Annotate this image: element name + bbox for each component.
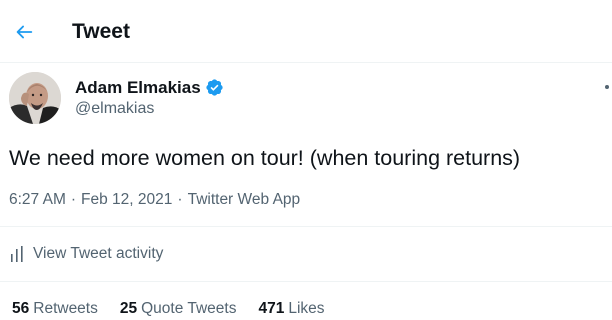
- likes-stat[interactable]: 471 Likes: [258, 299, 324, 319]
- retweets-stat[interactable]: 56 Retweets: [12, 299, 98, 319]
- meta-separator: ·: [70, 191, 77, 208]
- author-name-text: Adam Elmakias: [75, 78, 201, 97]
- quote-tweets-count: 25: [119, 300, 138, 317]
- author-row: Adam Elmakias @elmakias: [0, 62, 612, 132]
- more-options-icon[interactable]: [605, 85, 609, 89]
- tweet-time[interactable]: 6:27 AM: [9, 190, 66, 210]
- avatar-photo: [9, 72, 61, 124]
- verified-badge-icon: [205, 78, 224, 97]
- author-name[interactable]: Adam Elmakias: [75, 77, 224, 98]
- tweet-stats: 56 Retweets 25 Quote Tweets 471 Likes: [12, 299, 347, 319]
- tweet-text: We need more women on tour! (when tourin…: [9, 146, 521, 170]
- view-tweet-activity-label: View Tweet activity: [33, 245, 164, 262]
- tweet-source[interactable]: Twitter Web App: [188, 190, 301, 210]
- quote-tweets-stat[interactable]: 25 Quote Tweets: [120, 299, 237, 319]
- divider: [0, 226, 612, 227]
- retweets-label: Retweets: [33, 300, 98, 317]
- view-tweet-activity-link[interactable]: View Tweet activity: [9, 244, 163, 264]
- retweets-count: 56: [12, 300, 30, 317]
- tweet-header: Tweet: [0, 0, 612, 63]
- avatar[interactable]: [9, 72, 61, 124]
- author-handle[interactable]: @elmakias: [75, 99, 154, 119]
- back-button[interactable]: [10, 18, 38, 46]
- bar-chart-icon: [9, 245, 25, 263]
- page-title: Tweet: [72, 20, 130, 43]
- arrow-left-icon: [16, 25, 33, 39]
- meta-separator: ·: [177, 191, 183, 208]
- likes-label: Likes: [288, 300, 325, 317]
- quote-tweets-label: Quote Tweets: [141, 300, 237, 317]
- likes-count: 471: [258, 300, 285, 317]
- divider: [0, 281, 612, 282]
- tweet-meta: 6:27 AM · Feb 12, 2021 · Twitter Web App: [9, 190, 300, 210]
- tweet-date[interactable]: Feb 12, 2021: [81, 190, 172, 210]
